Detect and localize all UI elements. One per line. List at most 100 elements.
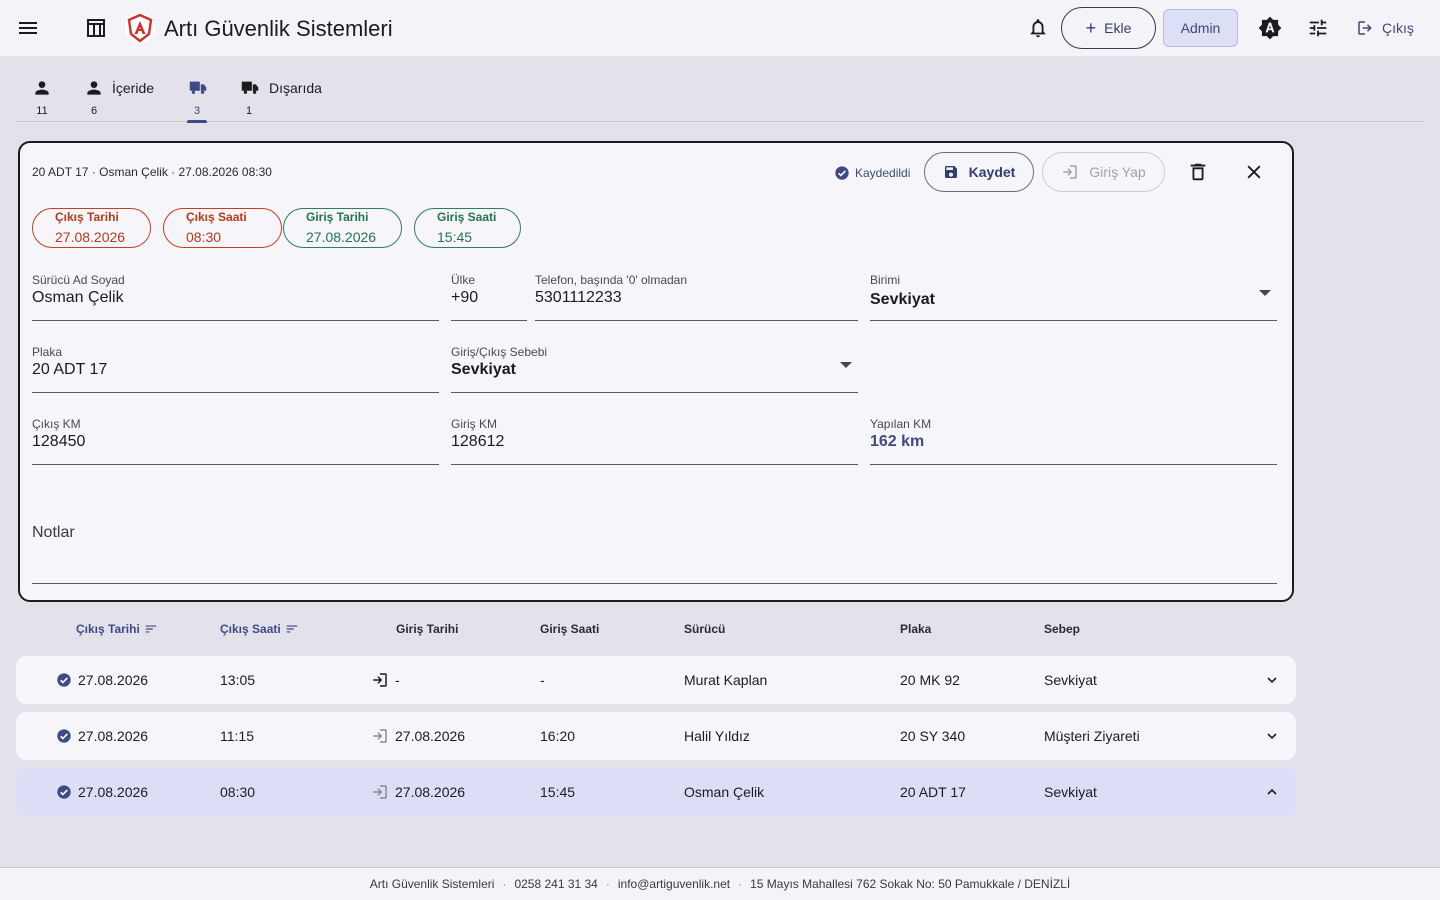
- table-view-button[interactable]: [76, 8, 116, 48]
- exit-time-chip[interactable]: Çıkış Saati 08:30: [163, 208, 282, 248]
- chevron-down-icon[interactable]: [1264, 728, 1280, 744]
- field-label: Giriş KM: [451, 417, 497, 431]
- reason-select[interactable]: Giriş/Çıkış Sebebi Sevkiyat: [451, 345, 858, 393]
- field-label: Çıkış KM: [32, 417, 81, 431]
- field-label: Yapılan KM: [870, 417, 932, 431]
- save-icon: [944, 166, 957, 178]
- cell-text: 27.08.2026: [395, 728, 466, 744]
- close-button[interactable]: [1234, 152, 1274, 192]
- tab-count: 1: [245, 105, 253, 117]
- record-summary: 20 ADT 17 · Osman Çelik · 27.08.2026 08:…: [32, 165, 272, 179]
- field-label: Sürücü Ad Soyad: [32, 273, 125, 287]
- delete-button[interactable]: [1178, 152, 1218, 192]
- tab-all-vehicles[interactable]: 3: [187, 70, 209, 123]
- entry-time-cell: 15:45: [540, 784, 576, 800]
- tab-label: İçeride: [112, 80, 155, 96]
- footer-phone: 0258 241 31 34: [514, 877, 598, 891]
- cell-text: -: [395, 672, 400, 688]
- chevron-down-icon[interactable]: [1264, 672, 1280, 688]
- app-title: Artı Güvenlik Sistemleri: [164, 16, 393, 41]
- check-circle-icon: [57, 729, 71, 743]
- app-logo-icon: [125, 13, 155, 43]
- entry-time-chip[interactable]: Giriş Saati 15:45: [414, 208, 521, 248]
- entry-date-chip[interactable]: Giriş Tarihi 27.08.2026: [283, 208, 402, 248]
- driver-name-field[interactable]: Sürücü Ad Soyad Osman Çelik: [32, 273, 439, 321]
- tab-all-people[interactable]: 11: [32, 70, 52, 122]
- entry-date-cell: 27.08.2026: [371, 712, 465, 760]
- add-button[interactable]: + Ekle: [1061, 7, 1156, 49]
- entry-date-cell: 27.08.2026: [371, 768, 465, 816]
- menu-button[interactable]: [8, 8, 48, 48]
- entry-km-field[interactable]: Giriş KM 128612: [451, 417, 858, 465]
- sort-icon: [145, 625, 157, 633]
- field-label: Notlar: [32, 524, 75, 541]
- login-icon[interactable]: [371, 671, 389, 689]
- footer: Artı Güvenlik Sistemleri · 0258 241 31 3…: [0, 867, 1440, 900]
- chip-value: 27.08.2026: [306, 229, 377, 245]
- chevron-up-icon[interactable]: [1264, 784, 1280, 800]
- exit-date-cell: 27.08.2026: [56, 712, 148, 760]
- chip-title: Çıkış Tarihi: [55, 210, 119, 224]
- exit-date-chip[interactable]: Çıkış Tarihi 27.08.2026: [32, 208, 151, 248]
- truck-icon: [241, 81, 259, 94]
- tab-vehicles-outside[interactable]: Dışarıda 1: [239, 70, 322, 122]
- notifications-button[interactable]: [1018, 8, 1058, 48]
- column-header-exit-time[interactable]: Çıkış Saati: [220, 622, 299, 636]
- exit-time-cell: 11:15: [220, 728, 254, 744]
- active-tab-indicator: [187, 120, 207, 123]
- notes-textarea[interactable]: Notlar: [32, 524, 1277, 584]
- entry-time-cell: 16:20: [540, 728, 576, 744]
- chip-title: Giriş Saati: [437, 210, 497, 224]
- top-app-bar: Artı Güvenlik Sistemleri + Ekle Admin Çı…: [0, 0, 1440, 56]
- table-row[interactable]: 27.08.2026 13:05 - - Murat Kaplan 20 MK …: [16, 656, 1296, 704]
- check-in-button[interactable]: Giriş Yap: [1042, 152, 1165, 192]
- theme-toggle-button[interactable]: [1250, 8, 1290, 48]
- field-value: +90: [451, 289, 479, 306]
- bell-icon: [1030, 19, 1046, 38]
- add-button-label: Ekle: [1104, 20, 1132, 36]
- dropdown-arrow-icon: [1259, 290, 1271, 296]
- footer-email-link[interactable]: info@artiguvenlik.net: [618, 877, 730, 891]
- driver-cell: Halil Yıldız: [684, 728, 750, 744]
- record-edit-card: 20 ADT 17 · Osman Çelik · 27.08.2026 08:…: [18, 141, 1294, 602]
- field-label: Birimi: [870, 273, 900, 287]
- logout-label: Çıkış: [1382, 20, 1414, 36]
- person-icon: [87, 81, 101, 95]
- table-row-selected[interactable]: 27.08.2026 08:30 27.08.2026 15:45 Osman …: [16, 768, 1296, 816]
- column-header-plate: Plaka: [900, 622, 932, 636]
- phone-field[interactable]: Telefon, başında '0' olmadan 5301112233: [535, 273, 858, 321]
- footer-address: 15 Mayıs Mahallesi 762 Sokak No: 50 Pamu…: [750, 877, 1071, 891]
- logout-button[interactable]: Çıkış: [1350, 12, 1420, 44]
- field-value: 162 km: [870, 433, 925, 450]
- column-header-label: Çıkış Saati: [220, 622, 281, 636]
- entry-date-cell: -: [371, 656, 400, 704]
- tune-icon: [1309, 19, 1327, 37]
- tab-count: 11: [36, 105, 48, 117]
- unit-select[interactable]: Birimi Sevkiyat: [870, 273, 1277, 321]
- field-label: Plaka: [32, 345, 63, 359]
- check-in-label: Giriş Yap: [1089, 164, 1146, 180]
- column-header-exit-date[interactable]: Çıkış Tarihi: [76, 622, 158, 636]
- chip-title: Çıkış Saati: [186, 210, 247, 224]
- field-value: 128612: [451, 433, 505, 450]
- country-code-field[interactable]: Ülke +90: [451, 273, 527, 321]
- check-circle-icon: [57, 673, 71, 687]
- person-icon: [35, 81, 49, 95]
- settings-tune-button[interactable]: [1298, 8, 1338, 48]
- close-icon: [1247, 165, 1261, 179]
- field-label: Telefon, başında '0' olmadan: [535, 273, 688, 287]
- plate-field[interactable]: Plaka 20 ADT 17: [32, 345, 439, 393]
- chip-title: Giriş Tarihi: [306, 210, 369, 224]
- dropdown-arrow-icon: [840, 362, 852, 368]
- table-row[interactable]: 27.08.2026 11:15 27.08.2026 16:20 Halil …: [16, 712, 1296, 760]
- save-button[interactable]: Kaydet: [924, 152, 1034, 192]
- exit-km-field[interactable]: Çıkış KM 128450: [32, 417, 439, 465]
- saved-label: Kaydedildi: [855, 166, 911, 180]
- footer-separator: ·: [605, 877, 610, 891]
- field-value: 20 ADT 17: [32, 361, 108, 378]
- tab-people-inside[interactable]: İçeride 6: [84, 70, 154, 122]
- admin-button[interactable]: Admin: [1163, 9, 1238, 47]
- tab-count: 6: [90, 105, 98, 117]
- login-icon: [1063, 165, 1078, 179]
- exit-date-cell: 27.08.2026: [56, 768, 148, 816]
